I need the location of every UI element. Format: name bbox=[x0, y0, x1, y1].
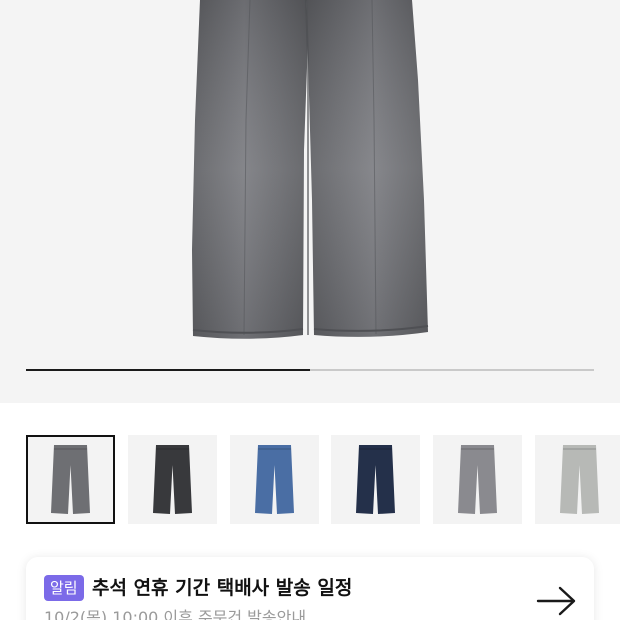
jeans-thumbnail-icon bbox=[560, 445, 599, 514]
thumb-mid-blue[interactable] bbox=[230, 435, 319, 524]
jeans-thumbnail-icon bbox=[356, 445, 395, 514]
notice-subtitle: 10/2(목) 10:00 이후 주문건 발송안내 bbox=[44, 608, 307, 620]
jeans-thumbnail-icon bbox=[255, 445, 294, 514]
notice-badge: 알림 bbox=[44, 575, 84, 601]
jeans-thumbnail-icon bbox=[153, 445, 192, 514]
thumb-light-gray[interactable] bbox=[433, 435, 522, 524]
notice-title: 추석 연휴 기간 택배사 발송 일정 bbox=[92, 577, 353, 599]
jeans-thumbnail-icon bbox=[458, 445, 497, 514]
gallery-progress-track bbox=[26, 369, 594, 371]
gallery-progress-fill bbox=[26, 369, 310, 371]
thumbnail-strip bbox=[0, 435, 620, 525]
thumb-gray-washed[interactable] bbox=[26, 435, 115, 524]
arrow-right-icon[interactable] bbox=[536, 585, 578, 617]
product-image-jeans bbox=[192, 0, 429, 339]
thumb-pale-gray[interactable] bbox=[535, 435, 620, 524]
notice-card[interactable]: 알림 추석 연휴 기간 택배사 발송 일정 10/2(목) 10:00 이후 주… bbox=[26, 557, 594, 620]
thumb-dark-navy[interactable] bbox=[331, 435, 420, 524]
product-image-gallery[interactable] bbox=[0, 0, 620, 403]
jeans-thumbnail-icon bbox=[51, 445, 90, 514]
thumb-black[interactable] bbox=[128, 435, 217, 524]
